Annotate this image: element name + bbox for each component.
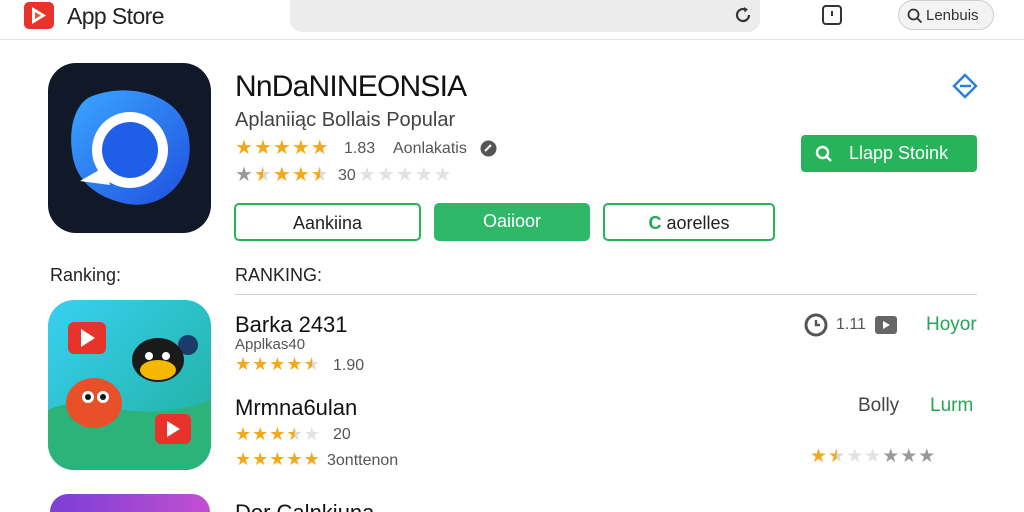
action-button-1[interactable]: Aankiina: [234, 203, 421, 241]
ranking-item-count: 1.11: [836, 316, 866, 333]
app-title: App Store: [67, 3, 164, 29]
ranking-item-title[interactable]: Barka 2431: [235, 312, 348, 338]
action-button-3-label: aorelles: [666, 213, 730, 233]
featured-app-icon[interactable]: [48, 63, 211, 233]
featured-app-subtitle: Aplaniiąc Bollais Popular: [235, 109, 456, 131]
featured-secondary-stars: ★ ★ ★ ★ ★: [235, 164, 329, 186]
video-badge-icon: [68, 322, 106, 354]
search-label: Lenbuis: [926, 7, 979, 24]
search-icon: [907, 8, 923, 24]
action-button-3[interactable]: C aorelles: [603, 203, 775, 241]
ranking-item-title[interactable]: Mrmna6ulan: [235, 395, 357, 421]
ranking-item-stars: ★ ★ ★ ★ ★: [235, 354, 320, 374]
bookmark-icon[interactable]: [820, 3, 844, 27]
game-app-icon[interactable]: [48, 300, 211, 470]
ranking-item-stars-secondary: ★ ★ ★ ★ ★: [235, 449, 320, 469]
search-box[interactable]: Lenbuis: [898, 0, 994, 30]
top-bar: App Store Lenbuis: [0, 0, 1024, 40]
featured-empty-stars: ★ ★ ★ ★ ★: [358, 164, 452, 186]
featured-rating-count: 1.83: [344, 140, 376, 157]
share-icon[interactable]: [951, 72, 979, 100]
ranking-item-subtitle: Applkas40: [235, 336, 306, 353]
featured-secondary-count: 30: [338, 167, 356, 184]
video-icon[interactable]: [874, 313, 898, 337]
ranking-item-action[interactable]: Hoyor: [926, 314, 977, 336]
search-app-button-label: Llapp Stoink: [849, 143, 949, 163]
featured-app-title: NnDaNINEONSIA: [235, 70, 467, 103]
ranking-item-stars-right: ★ ★ ★ ★ ★ ★ ★: [810, 446, 936, 467]
ranking-item-rating: 1.90: [333, 357, 365, 374]
reload-icon[interactable]: [732, 4, 754, 26]
featured-rating-label: Aonlakatis: [393, 140, 467, 157]
search-app-button[interactable]: Llapp Stoink: [801, 135, 977, 172]
info-icon[interactable]: [480, 140, 497, 157]
refresh-icon: C: [648, 213, 662, 233]
ranking-item-rating: 20: [333, 426, 351, 443]
featured-rating-stars: ★ ★ ★ ★ ★: [235, 137, 329, 159]
bottom-app-icon[interactable]: [50, 494, 210, 512]
ranking-label-right: RANKING:: [235, 265, 323, 285]
clock-icon: [804, 313, 828, 337]
app-store-logo-icon[interactable]: [24, 2, 54, 29]
game-artwork: [48, 300, 211, 470]
divider: [235, 294, 977, 295]
action-button-2[interactable]: Oaiioor: [434, 203, 590, 241]
chat-bubble-icon: [71, 90, 190, 205]
ranking-label-left: Ranking:: [50, 265, 122, 285]
ranking-item-side-text: Bolly: [858, 395, 900, 416]
video-badge-icon: [155, 414, 191, 444]
search-icon: [815, 145, 832, 162]
ranking-item-stars: ★ ★ ★ ★ ★: [235, 424, 320, 444]
ranking-item-rating-secondary: 3onttenon: [327, 452, 399, 469]
address-bar[interactable]: [290, 0, 760, 32]
ranking-item-title[interactable]: Dor Calnkiuna: [235, 500, 374, 512]
ranking-item-action[interactable]: Lurm: [930, 395, 973, 417]
